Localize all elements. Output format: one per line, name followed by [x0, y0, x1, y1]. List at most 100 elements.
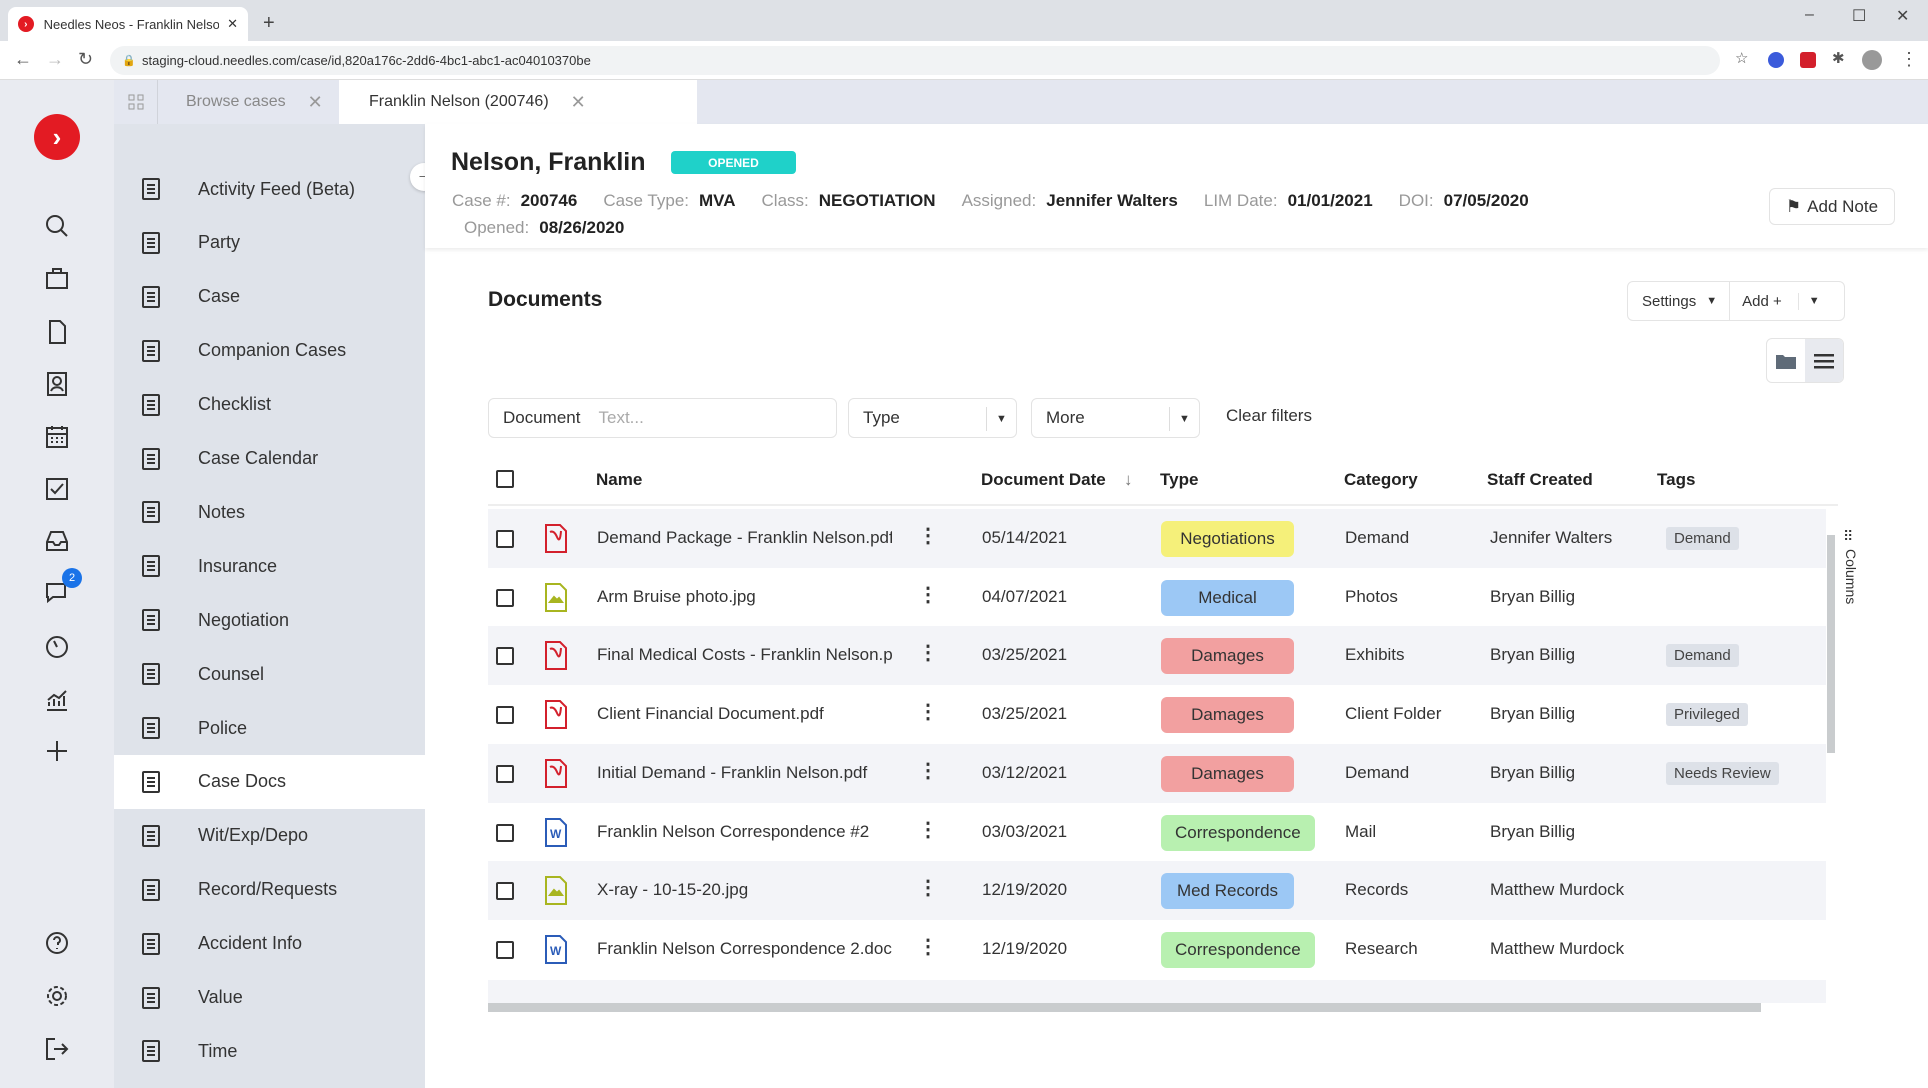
document-name-link[interactable]: Demand Package - Franklin Nelson.pdf [597, 528, 892, 548]
sidebar-item-activity-feed-beta[interactable]: Activity Feed (Beta) [114, 162, 425, 216]
sidebar-item-value[interactable]: Value [114, 971, 425, 1025]
puzzle-icon[interactable]: ✱ [1832, 49, 1845, 67]
calendar-icon[interactable] [38, 418, 76, 456]
maximize-button[interactable]: ☐ [1852, 6, 1866, 26]
vertical-scrollbar[interactable] [1827, 535, 1835, 753]
forward-icon[interactable]: → [46, 49, 64, 70]
document-name-link[interactable]: Client Financial Document.pdf [597, 704, 892, 724]
sidebar-item-party[interactable]: Party [114, 216, 425, 270]
horizontal-scrollbar[interactable] [488, 1003, 1761, 1012]
close-window-button[interactable]: ✕ [1896, 6, 1909, 26]
sidebar-item-accident-info[interactable]: Accident Info [114, 917, 425, 971]
back-icon[interactable]: ← [14, 49, 32, 70]
document-filter-input[interactable]: Document Text... [488, 398, 837, 438]
row-menu-kebab-icon[interactable]: ⋮ [918, 523, 938, 548]
needles-logo[interactable]: › [34, 114, 80, 160]
more-filter-select[interactable]: More ▼ [1031, 398, 1200, 438]
sidebar-item-police[interactable]: Police [114, 701, 425, 755]
column-tags[interactable]: Tags [1657, 470, 1695, 490]
sidebar-item-notes[interactable]: Notes [114, 485, 425, 539]
sidebar-item-case[interactable]: Case [114, 270, 425, 324]
row-menu-kebab-icon[interactable]: ⋮ [918, 699, 938, 724]
sidebar-item-time[interactable]: Time [114, 1024, 425, 1078]
reload-icon[interactable]: ↻ [78, 49, 93, 70]
row-menu-kebab-icon[interactable]: ⋮ [918, 817, 938, 842]
add-dropdown-caret-icon[interactable]: ▼ [1799, 295, 1830, 307]
document-icon[interactable] [38, 313, 76, 351]
row-menu-kebab-icon[interactable]: ⋮ [918, 875, 938, 900]
table-row[interactable]: Arm Bruise photo.jpg ⋮ 04/07/2021 Medical Ph… [488, 568, 1826, 627]
pdf-extension-icon[interactable] [1800, 52, 1816, 68]
logout-icon[interactable] [38, 1030, 76, 1068]
help-icon[interactable] [38, 924, 76, 962]
contact-icon[interactable] [38, 365, 76, 403]
sidebar-item-checklist[interactable]: Checklist [114, 378, 425, 432]
settings-gear-icon[interactable] [38, 977, 76, 1015]
inbox-icon[interactable] [38, 522, 76, 560]
list-view-icon[interactable] [1805, 339, 1843, 382]
row-checkbox[interactable] [496, 706, 514, 725]
row-menu-kebab-icon[interactable]: ⋮ [918, 640, 938, 665]
sidebar-item-insurance[interactable]: Insurance [114, 539, 425, 593]
column-type[interactable]: Type [1160, 470, 1198, 490]
extension-icon[interactable] [1768, 52, 1784, 68]
document-name-link[interactable]: Initial Demand - Franklin Nelson.pdf [597, 763, 892, 783]
sidebar-item-case-calendar[interactable]: Case Calendar [114, 432, 425, 486]
row-checkbox[interactable] [496, 588, 514, 607]
sidebar-item-counsel[interactable]: Counsel [114, 647, 425, 701]
column-document-date[interactable]: Document Date [981, 470, 1106, 490]
sort-desc-icon[interactable]: ↓ [1124, 470, 1133, 490]
row-checkbox[interactable] [496, 940, 514, 959]
add-icon[interactable] [38, 732, 76, 770]
document-name-link[interactable]: Final Medical Costs - Franklin Nelson.pd… [597, 645, 892, 665]
messages-icon[interactable]: 2 [38, 568, 82, 612]
add-note-button[interactable]: ⚑ Add Note [1769, 188, 1895, 225]
table-row[interactable]: X-ray - 10-15-20.jpg ⋮ 12/19/2020 Med Recor… [488, 861, 1826, 921]
search-icon[interactable] [38, 207, 76, 245]
row-checkbox[interactable] [496, 882, 514, 901]
close-tab-icon[interactable]: ✕ [227, 16, 238, 32]
row-checkbox[interactable] [496, 530, 514, 548]
minimize-button[interactable]: – [1805, 6, 1814, 24]
row-menu-kebab-icon[interactable]: ⋮ [918, 758, 938, 783]
task-check-icon[interactable] [38, 470, 76, 508]
star-icon[interactable]: ☆ [1735, 49, 1748, 67]
column-staff-created[interactable]: Staff Created [1487, 470, 1593, 490]
sidebar-item-wit-exp-depo[interactable]: Wit/Exp/Depo [114, 809, 425, 863]
sidebar-item-record-requests[interactable]: Record/Requests [114, 863, 425, 917]
settings-button[interactable]: Settings ▼ [1628, 282, 1731, 320]
document-name-link[interactable]: Franklin Nelson Correspondence #2 [597, 822, 892, 842]
close-icon[interactable]: ✕ [308, 92, 323, 113]
table-row[interactable]: Demand Package - Franklin Nelson.pdf ⋮ 05/… [488, 509, 1826, 568]
column-category[interactable]: Category [1344, 470, 1418, 490]
select-all-checkbox[interactable] [496, 470, 514, 488]
tab-franklin-nelson[interactable]: Franklin Nelson (200746) ✕ [339, 80, 697, 124]
document-name-link[interactable]: X-ray - 10-15-20.jpg [597, 880, 892, 900]
tab-browse-cases[interactable]: Browse cases ✕ [170, 80, 339, 124]
document-name-link[interactable]: Franklin Nelson Correspondence 2.docx [597, 939, 892, 959]
url-input[interactable]: 🔒 staging-cloud.needles.com/case/id,820a1… [110, 46, 1720, 75]
close-icon[interactable]: ✕ [571, 92, 586, 113]
profile-avatar[interactable] [1862, 50, 1882, 70]
table-row[interactable]: Client Financial Document.pdf ⋮ 03/25/2021… [488, 685, 1826, 744]
type-filter-select[interactable]: Type ▼ [848, 398, 1017, 438]
table-row[interactable]: W Franklin Nelson Correspondence 2.docx ⋮ 1… [488, 920, 1826, 979]
row-menu-kebab-icon[interactable]: ⋮ [918, 934, 938, 959]
dashboard-icon[interactable] [38, 628, 76, 666]
briefcase-icon[interactable] [38, 260, 76, 298]
row-checkbox[interactable] [496, 764, 514, 783]
row-checkbox[interactable] [496, 647, 514, 666]
chart-icon[interactable] [38, 681, 76, 719]
table-row[interactable]: Final Medical Costs - Franklin Nelson.pd… [488, 626, 1826, 686]
new-tab-button[interactable]: + [263, 12, 275, 35]
table-row[interactable]: Initial Demand - Franklin Nelson.pdf ⋮ 03/… [488, 743, 1826, 803]
sidebar-item-negotiation[interactable]: Negotiation [114, 593, 425, 647]
columns-panel-toggle[interactable]: ⠿ Columns [1843, 529, 1865, 633]
browser-tab[interactable]: › Needles Neos - Franklin Nelson ( ✕ [8, 7, 248, 41]
folder-view-icon[interactable] [1767, 339, 1805, 382]
grid-icon[interactable] [114, 80, 158, 124]
column-name[interactable]: Name [596, 470, 642, 490]
sidebar-item-companion-cases[interactable]: Companion Cases [114, 324, 425, 378]
row-menu-kebab-icon[interactable]: ⋮ [918, 582, 938, 607]
row-checkbox[interactable] [496, 823, 514, 842]
